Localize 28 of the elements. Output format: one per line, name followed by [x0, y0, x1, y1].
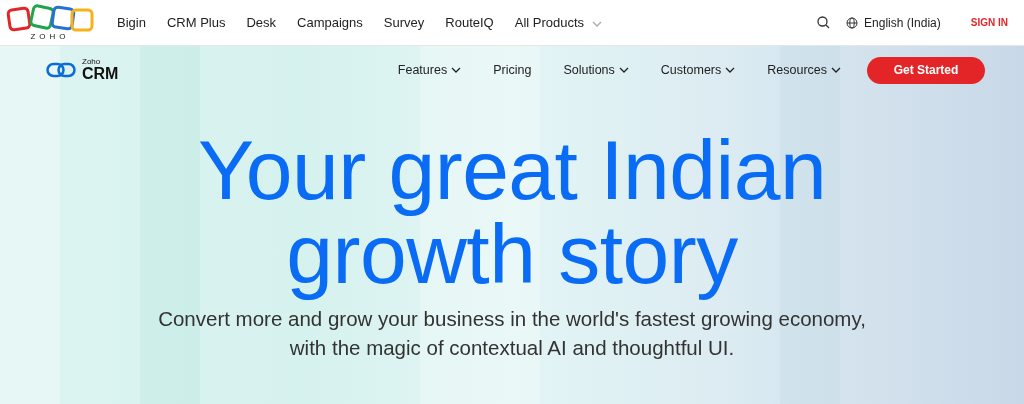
sign-in-link[interactable]: SIGN IN — [970, 17, 1008, 28]
nav-link[interactable]: Pricing — [493, 63, 532, 77]
chevron-down-icon — [831, 67, 841, 73]
get-started-button[interactable]: Get Started — [867, 56, 985, 84]
product-link[interactable]: Survey — [383, 15, 425, 30]
globe-icon — [846, 16, 859, 29]
hero-subtitle: Convert more and grow your business in the world's fastest growing economy, with the magic of contextual AI and thoughtful UI. — [157, 306, 867, 361]
product-link[interactable]: CRM Plus — [166, 15, 226, 30]
nav-link[interactable]: Customers — [660, 63, 736, 77]
product-link[interactable]: Bigin — [117, 15, 146, 30]
chevron-down-icon — [592, 21, 603, 27]
chevron-down-icon — [451, 67, 462, 73]
nav-link[interactable]: Solutions — [563, 63, 629, 77]
product-link[interactable]: Desk — [246, 15, 277, 30]
chevron-down-icon — [725, 67, 736, 73]
crm-logo-icon — [46, 61, 76, 79]
search-icon[interactable] — [817, 16, 831, 29]
nav-link[interactable]: Features — [397, 63, 462, 77]
product-link[interactable]: All Products — [514, 15, 603, 30]
product-link[interactable]: RouteIQ — [445, 15, 494, 30]
chevron-down-icon — [618, 67, 629, 73]
language-selector[interactable]: English (India) — [846, 15, 941, 30]
logo-wordmark: ZOHO — [30, 32, 70, 41]
product-link[interactable]: Campaigns — [297, 15, 363, 30]
brand-name: CRM — [82, 66, 119, 82]
brand-label: Zoho — [82, 58, 102, 66]
logo-squares-icon — [6, 4, 94, 34]
nav-link[interactable]: Resources — [767, 63, 841, 77]
